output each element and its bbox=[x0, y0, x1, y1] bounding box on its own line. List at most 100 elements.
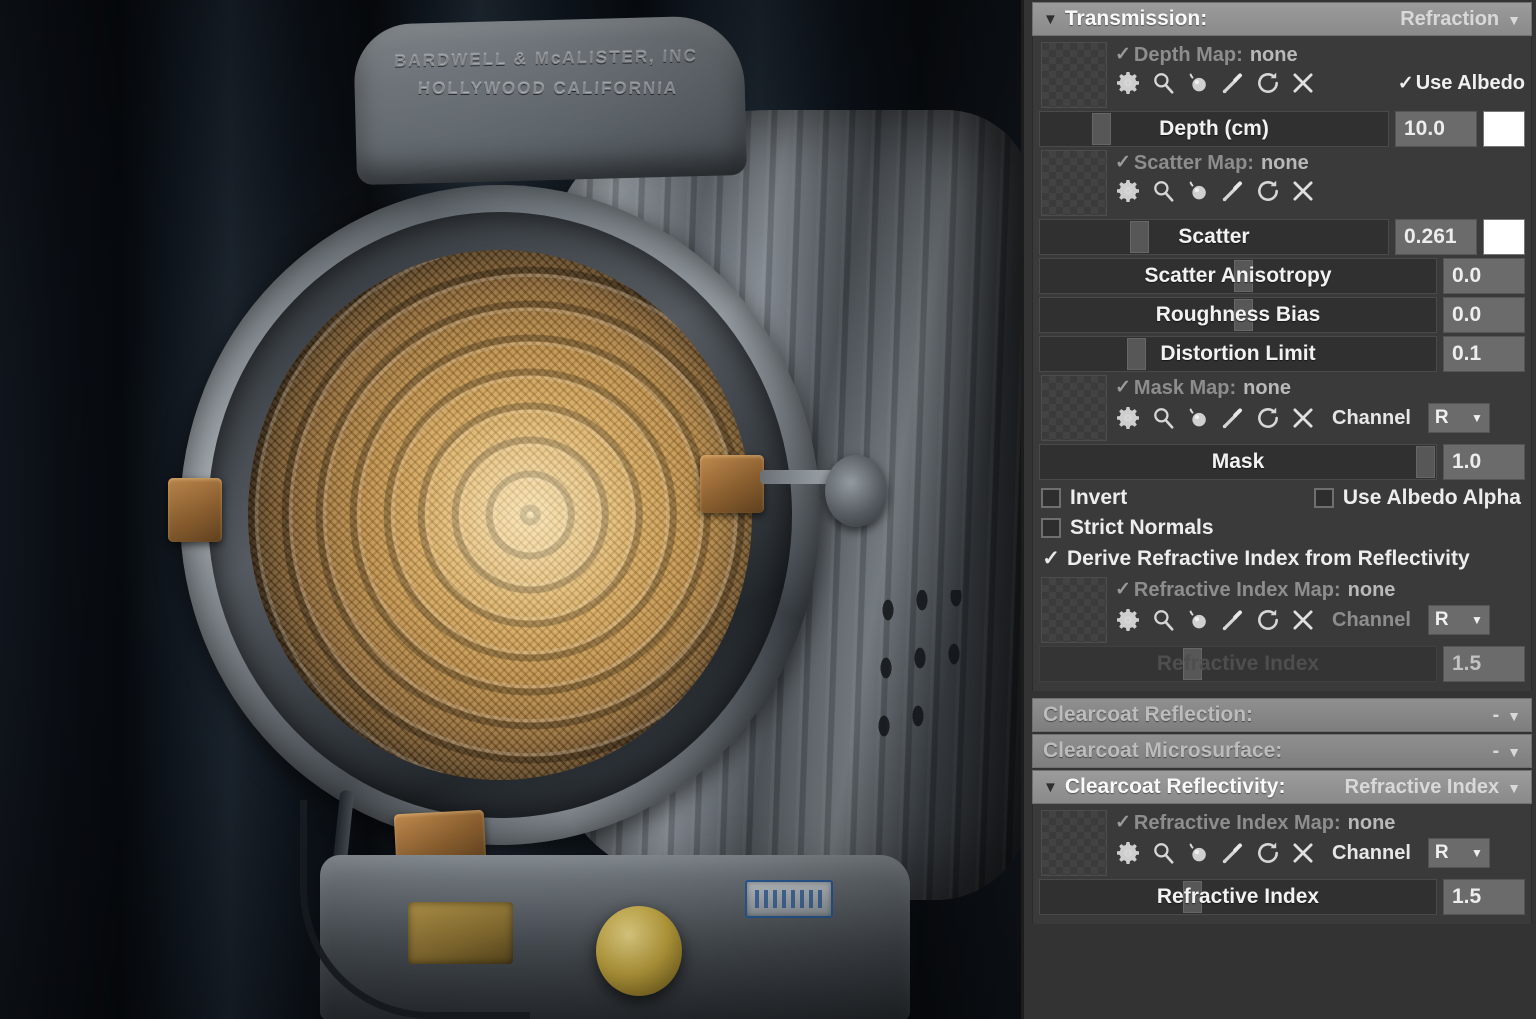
scatter-anisotropy-value-field[interactable]: 0.0 bbox=[1443, 258, 1525, 294]
check-icon[interactable]: ✓ bbox=[1115, 150, 1131, 176]
use-albedo-alpha-checkbox[interactable] bbox=[1314, 488, 1334, 508]
depth-value-field[interactable]: 10.0 bbox=[1395, 111, 1477, 147]
gear-icon[interactable] bbox=[1115, 840, 1141, 866]
depth-slider-row[interactable]: Depth (cm) 10.0 bbox=[1039, 111, 1525, 147]
scatter-anisotropy-row[interactable]: Scatter Anisotropy 0.0 bbox=[1039, 258, 1525, 294]
clearcoat-refractive-index-map-thumbnail[interactable] bbox=[1041, 810, 1107, 876]
magnifier-icon[interactable] bbox=[1150, 840, 1176, 866]
roughness-bias-slider[interactable]: Roughness Bias bbox=[1039, 297, 1437, 333]
depth-color-swatch[interactable] bbox=[1483, 111, 1525, 147]
magnifier-icon[interactable] bbox=[1150, 405, 1176, 431]
magnifier-icon[interactable] bbox=[1150, 70, 1176, 96]
mask-map-thumbnail[interactable] bbox=[1041, 375, 1107, 441]
clearcoat-ri-map-icon-row[interactable]: Channel R ▼ bbox=[1115, 838, 1525, 868]
invert-row[interactable]: Invert Use Albedo Alpha bbox=[1041, 486, 1525, 510]
section-mode-clearcoat-reflection[interactable]: -▼ bbox=[1492, 704, 1521, 727]
eyedropper-icon[interactable] bbox=[1220, 405, 1246, 431]
check-icon[interactable]: ✓ bbox=[1115, 42, 1131, 68]
mask-map-row[interactable]: ✓ Mask Map: none Channel bbox=[1041, 375, 1525, 441]
scatter-slider[interactable]: Scatter bbox=[1039, 219, 1389, 255]
sphere-preview-icon[interactable] bbox=[1185, 405, 1211, 431]
clearcoat-refractive-index-slider[interactable]: Refractive Index bbox=[1039, 879, 1437, 915]
derive-refractive-index-row[interactable]: ✓ Derive Refractive Index from Reflectiv… bbox=[1041, 546, 1525, 571]
slider-handle[interactable] bbox=[1092, 113, 1111, 145]
scatter-color-swatch[interactable] bbox=[1483, 219, 1525, 255]
invert-checkbox[interactable] bbox=[1041, 488, 1061, 508]
reload-icon[interactable] bbox=[1255, 607, 1281, 633]
eyedropper-icon[interactable] bbox=[1220, 70, 1246, 96]
eyedropper-icon[interactable] bbox=[1220, 607, 1246, 633]
mask-value-field[interactable]: 1.0 bbox=[1443, 444, 1525, 480]
chevron-down-icon[interactable]: ▼ bbox=[1507, 708, 1521, 724]
depth-map-row[interactable]: ✓ Depth Map: none ✓Use Al bbox=[1041, 42, 1525, 108]
gear-icon[interactable] bbox=[1115, 178, 1141, 204]
render-viewport[interactable]: BARDWELL & McALISTER, INC HOLLYWOOD CALI… bbox=[0, 0, 1021, 1019]
clearcoat-refractive-index-row[interactable]: Refractive Index 1.5 bbox=[1039, 879, 1525, 915]
strict-normals-row[interactable]: Strict Normals bbox=[1041, 516, 1525, 540]
check-icon[interactable]: ✓ bbox=[1115, 577, 1131, 603]
refractive-index-value-field[interactable]: 1.5 bbox=[1443, 646, 1525, 682]
refractive-index-slider[interactable]: Refractive Index bbox=[1039, 646, 1437, 682]
use-albedo-checkbox[interactable]: ✓Use Albedo bbox=[1398, 72, 1525, 95]
roughness-bias-value-field[interactable]: 0.0 bbox=[1443, 297, 1525, 333]
sphere-preview-icon[interactable] bbox=[1185, 840, 1211, 866]
check-icon[interactable]: ✓ bbox=[1041, 546, 1061, 571]
scatter-slider-row[interactable]: Scatter 0.261 bbox=[1039, 219, 1525, 255]
section-header-clearcoat-microsurface[interactable]: Clearcoat Microsurface: -▼ bbox=[1032, 734, 1532, 768]
eyedropper-icon[interactable] bbox=[1220, 840, 1246, 866]
clearcoat-refractive-index-value-field[interactable]: 1.5 bbox=[1443, 879, 1525, 915]
clearcoat-refractive-index-map-row[interactable]: ✓ Refractive Index Map: none Channel bbox=[1041, 810, 1525, 876]
sphere-preview-icon[interactable] bbox=[1185, 70, 1211, 96]
mask-slider-row[interactable]: Mask 1.0 bbox=[1039, 444, 1525, 480]
roughness-bias-row[interactable]: Roughness Bias 0.0 bbox=[1039, 297, 1525, 333]
slider-handle[interactable] bbox=[1416, 446, 1435, 478]
reload-icon[interactable] bbox=[1255, 70, 1281, 96]
close-icon[interactable] bbox=[1290, 607, 1316, 633]
refractive-index-row[interactable]: Refractive Index 1.5 bbox=[1039, 646, 1525, 682]
gear-icon[interactable] bbox=[1115, 405, 1141, 431]
use-albedo-alpha-row[interactable]: Use Albedo Alpha bbox=[1314, 486, 1525, 510]
section-mode-clearcoat-microsurface[interactable]: -▼ bbox=[1492, 740, 1521, 763]
material-property-panel[interactable]: ▼ Transmission: Refraction▼ ✓ Depth Map:… bbox=[1021, 0, 1536, 1019]
mask-channel-select[interactable]: R ▼ bbox=[1428, 403, 1490, 433]
check-icon[interactable]: ✓ bbox=[1115, 375, 1131, 401]
refractive-index-map-thumbnail[interactable] bbox=[1041, 577, 1107, 643]
chevron-down-icon[interactable]: ▼ bbox=[1507, 744, 1521, 760]
chevron-down-icon[interactable]: ▼ bbox=[1507, 12, 1521, 28]
section-header-clearcoat-reflection[interactable]: Clearcoat Reflection: -▼ bbox=[1032, 698, 1532, 732]
eyedropper-icon[interactable] bbox=[1220, 178, 1246, 204]
section-mode-transmission[interactable]: Refraction▼ bbox=[1400, 8, 1521, 31]
close-icon[interactable] bbox=[1290, 70, 1316, 96]
refractive-index-map-row[interactable]: ✓ Refractive Index Map: none Channel bbox=[1041, 577, 1525, 643]
close-icon[interactable] bbox=[1290, 405, 1316, 431]
scatter-map-icon-row[interactable] bbox=[1115, 178, 1525, 204]
reload-icon[interactable] bbox=[1255, 178, 1281, 204]
magnifier-icon[interactable] bbox=[1150, 178, 1176, 204]
section-mode-clearcoat-reflectivity[interactable]: Refractive Index▼ bbox=[1345, 776, 1521, 799]
sphere-preview-icon[interactable] bbox=[1185, 178, 1211, 204]
mask-slider[interactable]: Mask bbox=[1039, 444, 1437, 480]
refractive-index-channel-select[interactable]: R ▼ bbox=[1428, 605, 1490, 635]
scatter-anisotropy-slider[interactable]: Scatter Anisotropy bbox=[1039, 258, 1437, 294]
gear-icon[interactable] bbox=[1115, 70, 1141, 96]
refractive-index-map-icon-row[interactable]: Channel R ▼ bbox=[1115, 605, 1525, 635]
scatter-map-row[interactable]: ✓ Scatter Map: none bbox=[1041, 150, 1525, 216]
check-icon[interactable]: ✓ bbox=[1115, 810, 1131, 836]
mask-map-icon-row[interactable]: Channel R ▼ bbox=[1115, 403, 1525, 433]
close-icon[interactable] bbox=[1290, 178, 1316, 204]
section-header-transmission[interactable]: ▼ Transmission: Refraction▼ bbox=[1032, 2, 1532, 36]
magnifier-icon[interactable] bbox=[1150, 607, 1176, 633]
close-icon[interactable] bbox=[1290, 840, 1316, 866]
sphere-preview-icon[interactable] bbox=[1185, 607, 1211, 633]
depth-slider[interactable]: Depth (cm) bbox=[1039, 111, 1389, 147]
reload-icon[interactable] bbox=[1255, 405, 1281, 431]
distortion-limit-value-field[interactable]: 0.1 bbox=[1443, 336, 1525, 372]
chevron-down-icon[interactable]: ▼ bbox=[1507, 780, 1521, 796]
distortion-limit-slider[interactable]: Distortion Limit bbox=[1039, 336, 1437, 372]
strict-normals-checkbox[interactable] bbox=[1041, 518, 1061, 538]
depth-map-thumbnail[interactable] bbox=[1041, 42, 1107, 108]
section-header-clearcoat-reflectivity[interactable]: ▼ Clearcoat Reflectivity: Refractive Ind… bbox=[1032, 770, 1532, 804]
chevron-down-icon[interactable]: ▼ bbox=[1043, 779, 1058, 796]
depth-map-icon-row[interactable]: ✓Use Albedo bbox=[1115, 70, 1525, 96]
distortion-limit-row[interactable]: Distortion Limit 0.1 bbox=[1039, 336, 1525, 372]
